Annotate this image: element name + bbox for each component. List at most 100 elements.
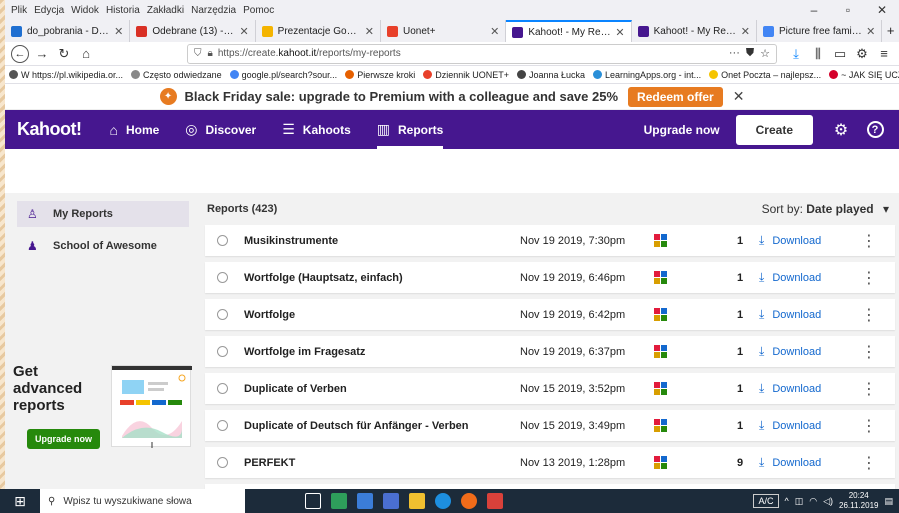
library-button[interactable]: ⫼ bbox=[807, 44, 829, 64]
menu-item[interactable]: Widok bbox=[71, 5, 99, 16]
tray-chevron-icon[interactable]: ^ bbox=[785, 496, 789, 506]
tab-close-icon[interactable]: ✕ bbox=[741, 25, 750, 38]
sidebar-upgrade-button[interactable]: Upgrade now bbox=[27, 429, 101, 449]
reload-button[interactable]: ↻ bbox=[53, 44, 75, 64]
select-radio[interactable] bbox=[217, 272, 228, 283]
more-options-icon[interactable]: ⋮ bbox=[859, 453, 879, 473]
nav-home[interactable]: ⌂ Home bbox=[109, 110, 159, 149]
bookmark-item[interactable]: Pierwsze kroki bbox=[345, 70, 415, 80]
tab-close-icon[interactable]: ✕ bbox=[239, 25, 248, 38]
nav-reports[interactable]: ▥ Reports bbox=[376, 110, 443, 149]
volume-icon[interactable]: ◁) bbox=[823, 496, 833, 507]
downloads-button[interactable]: ⤓ bbox=[785, 44, 807, 64]
table-row[interactable]: Wortfolge im Fragesatz Nov 19 2019, 6:37p… bbox=[205, 336, 895, 367]
download-link[interactable]: ⤓ Download bbox=[759, 455, 855, 470]
select-radio[interactable] bbox=[217, 235, 228, 246]
report-title[interactable]: Musikinstrumente bbox=[244, 235, 520, 247]
download-link[interactable]: ⤓ Download bbox=[759, 418, 855, 433]
restore-button[interactable]: ▫ bbox=[831, 0, 865, 20]
upgrade-now-link[interactable]: Upgrade now bbox=[644, 123, 720, 137]
extension-button[interactable]: ⚙ bbox=[851, 44, 873, 64]
report-title[interactable]: Wortfolge (Hauptsatz, einfach) bbox=[244, 272, 520, 284]
report-title[interactable]: Duplicate of Verben bbox=[244, 383, 520, 395]
nav-discover[interactable]: ◎ Discover bbox=[185, 110, 256, 149]
app-icon[interactable] bbox=[383, 493, 399, 509]
sort-by-dropdown[interactable]: Sort by: Date played ▾ bbox=[762, 202, 889, 216]
download-link[interactable]: ⤓ Download bbox=[759, 307, 855, 322]
open-menu-button[interactable]: ≡ bbox=[873, 44, 895, 64]
forward-button[interactable]: → bbox=[31, 44, 53, 64]
back-button[interactable]: ← bbox=[9, 44, 31, 64]
help-button[interactable]: ? bbox=[865, 120, 885, 140]
browser-tab[interactable]: Prezentacje Google ✕ bbox=[256, 20, 381, 42]
report-title[interactable]: Wortfolge bbox=[244, 309, 520, 321]
browser-tab[interactable]: do_pobrania - Doradcy · ✕ bbox=[5, 20, 131, 42]
tab-close-icon[interactable]: ✕ bbox=[490, 25, 499, 38]
new-tab-button[interactable]: + bbox=[882, 20, 899, 42]
download-link[interactable]: ⤓ Download bbox=[759, 381, 855, 396]
home-button[interactable]: ⌂ bbox=[75, 44, 97, 64]
create-button[interactable]: Create bbox=[735, 114, 813, 145]
browser-tab[interactable]: Odebrane (13) - mbierc ✕ bbox=[130, 20, 256, 42]
sidebar-item-my-reports[interactable]: ♙ My Reports bbox=[17, 201, 189, 227]
download-link[interactable]: ⤓ Download bbox=[759, 270, 855, 285]
bookmark-star-icon[interactable]: ☆ bbox=[760, 47, 770, 60]
taskbar-search-box[interactable]: ⚲ Wpisz tu wyszukiwane słowa bbox=[40, 489, 245, 513]
bookmark-item[interactable]: LearningApps.org - int... bbox=[593, 70, 701, 80]
select-radio[interactable] bbox=[217, 309, 228, 320]
table-row[interactable]: Duplicate of Deutsch für Anfänger - Verb… bbox=[205, 410, 895, 441]
select-radio[interactable] bbox=[217, 457, 228, 468]
more-options-icon[interactable]: ⋮ bbox=[859, 416, 879, 436]
kahoot-logo[interactable]: Kahoot! bbox=[17, 119, 82, 140]
table-row[interactable]: Wortfolge (Hauptsatz, einfach) Nov 19 201… bbox=[205, 262, 895, 293]
settings-gear-icon[interactable]: ⚙ bbox=[831, 120, 851, 140]
bookmark-item[interactable]: W https://pl.wikipedia.or... bbox=[9, 70, 123, 80]
app-icon[interactable] bbox=[487, 493, 503, 509]
firefox-icon[interactable] bbox=[461, 493, 477, 509]
browser-tab[interactable]: Picture free family - Szu ✕ bbox=[757, 20, 883, 42]
sidebar-item-school-of-awesome[interactable]: ♟ School of Awesome bbox=[17, 233, 189, 259]
browser-tab[interactable]: Kahoot! - My Reports ✕ bbox=[632, 20, 757, 42]
more-options-icon[interactable]: ⋮ bbox=[859, 305, 879, 325]
app-icon[interactable] bbox=[357, 493, 373, 509]
page-actions-button[interactable]: ··· bbox=[729, 47, 740, 60]
app-icon[interactable] bbox=[331, 493, 347, 509]
browser-tab[interactable]: Uonet+ ✕ bbox=[381, 20, 507, 42]
menu-item[interactable]: Historia bbox=[106, 5, 140, 16]
more-options-icon[interactable]: ⋮ bbox=[859, 342, 879, 362]
menu-item[interactable]: Plik bbox=[11, 5, 27, 16]
tab-close-icon[interactable]: ✕ bbox=[615, 26, 624, 39]
minimize-button[interactable]: – bbox=[797, 0, 831, 20]
bookmark-item[interactable]: Onet Poczta – najlepsz... bbox=[709, 70, 821, 80]
keyboard-layout[interactable]: A/C bbox=[753, 494, 779, 508]
select-radio[interactable] bbox=[217, 346, 228, 357]
clock[interactable]: 20:24 26.11.2019 bbox=[839, 491, 878, 511]
task-view-icon[interactable] bbox=[305, 493, 321, 509]
nav-kahoots[interactable]: ☰ Kahoots bbox=[282, 110, 351, 149]
report-title[interactable]: PERFEKT bbox=[244, 457, 520, 469]
redeem-offer-button[interactable]: Redeem offer bbox=[628, 86, 723, 107]
download-link[interactable]: ⤓ Download bbox=[759, 233, 855, 248]
table-row[interactable]: Duplicate of Verben Nov 15 2019, 3:52pm 1 ⤓… bbox=[205, 373, 895, 404]
more-options-icon[interactable]: ⋮ bbox=[859, 268, 879, 288]
table-row[interactable]: Musikinstrumente Nov 19 2019, 7:30pm 1 ⤓ Dow… bbox=[205, 225, 895, 256]
sidebar-toggle-button[interactable]: ▭ bbox=[829, 44, 851, 64]
bookmark-item[interactable]: Dziennik UONET+ bbox=[423, 70, 509, 80]
bookmark-item[interactable]: Joanna Łucka bbox=[516, 70, 585, 80]
menu-item[interactable]: Zakładki bbox=[147, 5, 184, 16]
tab-close-icon[interactable]: ✕ bbox=[114, 25, 123, 38]
wifi-icon[interactable]: ◠ bbox=[809, 496, 817, 507]
report-title[interactable]: Duplicate of Deutsch für Anfänger - Verb… bbox=[244, 420, 520, 432]
pocket-icon[interactable]: ⛊ bbox=[746, 47, 754, 60]
tab-close-icon[interactable]: ✕ bbox=[365, 25, 374, 38]
close-window-button[interactable]: ✕ bbox=[865, 0, 899, 20]
menu-item[interactable]: Pomoc bbox=[243, 5, 274, 16]
more-options-icon[interactable]: ⋮ bbox=[859, 379, 879, 399]
select-radio[interactable] bbox=[217, 420, 228, 431]
table-row[interactable]: Wortfolge Nov 19 2019, 6:42pm 1 ⤓ Download ⋮ bbox=[205, 299, 895, 330]
table-row[interactable]: PERFEKT Nov 13 2019, 1:28pm 9 ⤓ Download ⋮ bbox=[205, 447, 895, 478]
close-promo-button[interactable]: ✕ bbox=[733, 88, 745, 105]
bookmark-item[interactable]: google.pl/search?sour... bbox=[229, 70, 337, 80]
menu-item[interactable]: Edycja bbox=[34, 5, 64, 16]
menu-item[interactable]: Narzędzia bbox=[191, 5, 236, 16]
